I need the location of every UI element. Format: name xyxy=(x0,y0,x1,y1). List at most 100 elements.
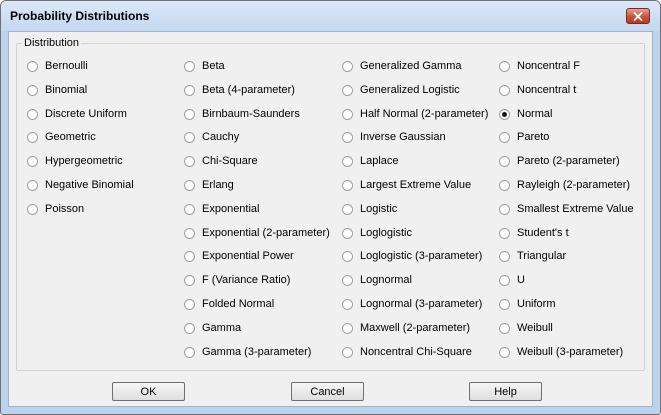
radio-button-icon[interactable] xyxy=(499,108,510,120)
distribution-option[interactable]: Normal xyxy=(499,106,552,122)
distribution-option[interactable]: Smallest Extreme Value xyxy=(499,201,634,217)
radio-button-icon[interactable] xyxy=(499,60,510,72)
radio-button-icon[interactable] xyxy=(184,203,195,215)
radio-button-icon[interactable] xyxy=(184,298,195,310)
radio-button-icon[interactable] xyxy=(342,60,353,72)
distribution-option[interactable]: Folded Normal xyxy=(184,296,274,312)
radio-button-icon[interactable] xyxy=(342,274,353,286)
radio-button-icon[interactable] xyxy=(184,250,195,262)
distribution-option[interactable]: Binomial xyxy=(27,82,87,98)
distribution-option[interactable]: Beta xyxy=(184,58,225,74)
cancel-button[interactable]: Cancel xyxy=(291,382,364,401)
radio-button-icon[interactable] xyxy=(342,179,353,191)
close-button[interactable] xyxy=(626,8,650,24)
radio-button-icon[interactable] xyxy=(184,108,195,120)
distribution-option[interactable]: Largest Extreme Value xyxy=(342,177,471,193)
distribution-option[interactable]: Noncentral Chi-Square xyxy=(342,344,472,360)
distribution-option[interactable]: Loglogistic xyxy=(342,225,412,241)
distribution-option[interactable]: Erlang xyxy=(184,177,234,193)
radio-button-icon[interactable] xyxy=(342,346,353,358)
distribution-option[interactable]: Logistic xyxy=(342,201,397,217)
radio-button-icon[interactable] xyxy=(499,179,510,191)
radio-button-icon[interactable] xyxy=(184,131,195,143)
distribution-option[interactable]: Triangular xyxy=(499,248,566,264)
distribution-option[interactable]: Gamma (3-parameter) xyxy=(184,344,311,360)
distribution-option[interactable]: Exponential (2-parameter) xyxy=(184,225,330,241)
distribution-option[interactable]: Loglogistic (3-parameter) xyxy=(342,248,482,264)
distribution-option[interactable]: Generalized Logistic xyxy=(342,82,460,98)
distribution-option[interactable]: Gamma xyxy=(184,320,241,336)
distribution-option[interactable]: Geometric xyxy=(27,129,96,145)
radio-button-icon[interactable] xyxy=(499,203,510,215)
radio-button-icon[interactable] xyxy=(499,322,510,334)
help-button[interactable]: Help xyxy=(469,382,542,401)
radio-button-icon[interactable] xyxy=(342,322,353,334)
distribution-option[interactable]: Noncentral t xyxy=(499,82,576,98)
radio-button-icon[interactable] xyxy=(499,250,510,262)
radio-button-icon[interactable] xyxy=(184,346,195,358)
radio-button-icon[interactable] xyxy=(184,155,195,167)
radio-button-icon[interactable] xyxy=(342,298,353,310)
distribution-option[interactable]: Cauchy xyxy=(184,129,239,145)
distribution-option[interactable]: Uniform xyxy=(499,296,556,312)
distribution-option[interactable]: Exponential Power xyxy=(184,248,294,264)
distribution-option[interactable]: Pareto (2-parameter) xyxy=(499,153,620,169)
radio-button-icon[interactable] xyxy=(342,84,353,96)
distribution-option-label: Pareto (2-parameter) xyxy=(517,155,620,167)
distribution-option[interactable]: Maxwell (2-parameter) xyxy=(342,320,470,336)
distribution-option[interactable]: Inverse Gaussian xyxy=(342,129,446,145)
distribution-option[interactable]: Negative Binomial xyxy=(27,177,134,193)
radio-button-icon[interactable] xyxy=(499,298,510,310)
distribution-option[interactable]: Exponential xyxy=(184,201,260,217)
distribution-option[interactable]: Student's t xyxy=(499,225,569,241)
distribution-option[interactable]: Rayleigh (2-parameter) xyxy=(499,177,630,193)
radio-button-icon[interactable] xyxy=(27,84,38,96)
distribution-option[interactable]: Half Normal (2-parameter) xyxy=(342,106,488,122)
distribution-option[interactable]: Generalized Gamma xyxy=(342,58,462,74)
radio-button-icon[interactable] xyxy=(342,250,353,262)
radio-button-icon[interactable] xyxy=(27,179,38,191)
radio-button-icon[interactable] xyxy=(27,131,38,143)
radio-button-icon[interactable] xyxy=(342,155,353,167)
radio-button-icon[interactable] xyxy=(342,131,353,143)
distribution-option[interactable]: Noncentral F xyxy=(499,58,580,74)
radio-button-icon[interactable] xyxy=(27,108,38,120)
distribution-option[interactable]: Hypergeometric xyxy=(27,153,123,169)
radio-button-icon[interactable] xyxy=(499,346,510,358)
radio-button-icon[interactable] xyxy=(27,203,38,215)
radio-button-icon[interactable] xyxy=(184,179,195,191)
radio-button-icon[interactable] xyxy=(27,155,38,167)
distribution-option[interactable]: Poisson xyxy=(27,201,84,217)
distribution-option[interactable]: Laplace xyxy=(342,153,399,169)
radio-button-icon[interactable] xyxy=(184,60,195,72)
distribution-option[interactable]: Bernoulli xyxy=(27,58,88,74)
radio-button-icon[interactable] xyxy=(184,274,195,286)
title-bar[interactable]: Probability Distributions xyxy=(1,1,660,31)
radio-button-icon[interactable] xyxy=(342,108,353,120)
radio-button-icon[interactable] xyxy=(499,227,510,239)
distribution-option[interactable]: Birnbaum-Saunders xyxy=(184,106,300,122)
ok-button[interactable]: OK xyxy=(112,382,185,401)
radio-button-icon[interactable] xyxy=(342,227,353,239)
radio-button-icon[interactable] xyxy=(184,322,195,334)
distribution-option[interactable]: Pareto xyxy=(499,129,549,145)
distribution-option[interactable]: Weibull xyxy=(499,320,553,336)
distribution-option[interactable]: Weibull (3-parameter) xyxy=(499,344,623,360)
distribution-option[interactable]: Beta (4-parameter) xyxy=(184,82,295,98)
radio-button-icon[interactable] xyxy=(27,60,38,72)
distribution-option[interactable]: Lognormal xyxy=(342,272,412,288)
radio-button-icon[interactable] xyxy=(499,274,510,286)
radio-button-icon[interactable] xyxy=(499,84,510,96)
radio-button-icon[interactable] xyxy=(184,227,195,239)
distribution-option-label: Hypergeometric xyxy=(45,155,123,167)
radio-button-icon[interactable] xyxy=(184,84,195,96)
radio-button-icon[interactable] xyxy=(499,131,510,143)
distribution-option[interactable]: Discrete Uniform xyxy=(27,106,127,122)
radio-button-icon[interactable] xyxy=(342,203,353,215)
distribution-option-label: Beta xyxy=(202,60,225,72)
distribution-option[interactable]: Chi-Square xyxy=(184,153,258,169)
distribution-option[interactable]: U xyxy=(499,272,525,288)
radio-button-icon[interactable] xyxy=(499,155,510,167)
distribution-option[interactable]: Lognormal (3-parameter) xyxy=(342,296,482,312)
distribution-option[interactable]: F (Variance Ratio) xyxy=(184,272,290,288)
